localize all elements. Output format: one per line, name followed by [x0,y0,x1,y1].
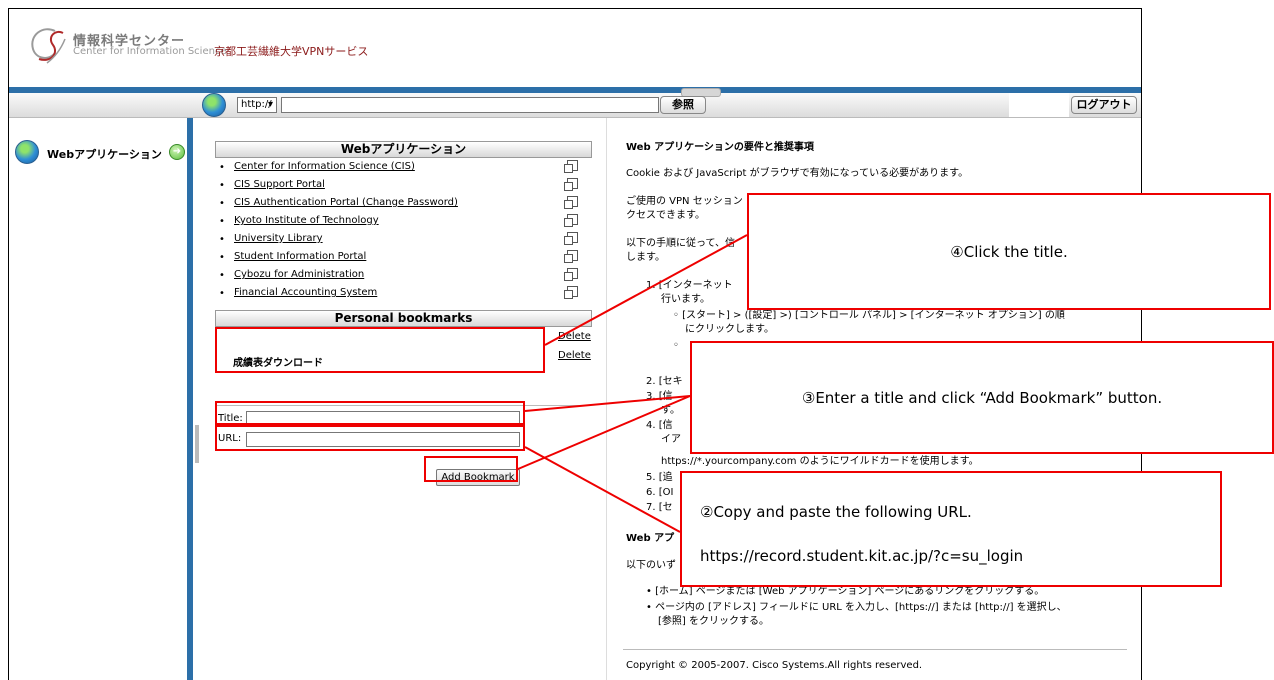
access-bullet: [参照] をクリックする。 [658,616,769,627]
page-header: 情報科学センター Center for Information Science … [9,9,1141,87]
browse-button[interactable]: 参照 [660,96,706,114]
address-toolbar: http:// ▾ 参照 ログアウト [9,88,1141,118]
app-link[interactable]: Cybozu for Administration [234,269,364,280]
external-link-icon[interactable] [564,286,578,299]
step-text: https://*.yourcompany.com のようにワイルドカードを使用… [661,456,979,467]
app-link[interactable]: Financial Accounting System [234,287,377,298]
delete-link[interactable]: Delete [558,350,591,361]
list-item[interactable]: • Student Information Portal [219,249,591,267]
url-highlight [215,425,525,451]
step-text: 6. [OI [646,487,674,498]
delete-link[interactable]: Delete [558,331,591,342]
title-highlight [215,401,525,425]
protocol-select[interactable]: http:// ▾ [237,97,277,113]
access-bullet: • ページ内の [アドレス] フィールドに URL を入力し、[https://… [646,602,1067,613]
step-text: ◦ [673,340,679,351]
chevron-down-icon: ▾ [267,99,273,110]
list-item[interactable]: • University Library [219,231,591,249]
callout-step-2: ②Copy and paste the following URL. https… [680,471,1222,587]
web-apps-header: Webアプリケーション [215,141,592,158]
logout-button[interactable]: ログアウト [1071,96,1137,114]
step-text: す。 [661,405,680,416]
bookmarks-header: Personal bookmarks [215,310,592,327]
requirements-text: 以下の手順に従って、信 [626,238,735,249]
add-button-highlight [424,456,518,482]
sidebar-item-label: Webアプリケーション [47,148,162,161]
sidebar: Webアプリケーション ➜ [9,118,187,680]
step-text: 7. [セ [646,502,673,513]
access-text: 以下のいず [626,560,676,571]
requirements-text: クセスできます。 [626,210,705,221]
app-link[interactable]: Center for Information Science (CIS) [234,161,415,172]
sidebar-divider [187,118,193,680]
resize-handle[interactable] [195,425,199,463]
globe-icon [15,140,39,164]
sidebar-item-web-applications[interactable]: Webアプリケーション ➜ [15,140,185,166]
column-divider [606,118,607,680]
step-text: イア [661,434,681,445]
app-link[interactable]: University Library [234,233,323,244]
copyright: Copyright © 2005-2007. Cisco Systems.All… [626,660,923,671]
step-text: 1. [インターネット [646,280,733,291]
callout-text: ③Enter a title and click “Add Bookmark” … [801,389,1163,407]
requirements-text: します。 [626,252,665,263]
requirements-text: ご使用の VPN セッション [626,196,743,207]
app-link[interactable]: Student Information Portal [234,251,366,262]
step-text: 3. [信 [646,391,673,402]
arrow-right-icon[interactable]: ➜ [169,144,185,160]
callout-url: https://record.student.kit.ac.jp/?c=su_l… [700,547,1024,565]
app-link[interactable]: Kyoto Institute of Technology [234,215,379,226]
requirements-text: Cookie および JavaScript がブラウザで有効になっている必要があ… [626,168,969,179]
app-link[interactable]: CIS Authentication Portal (Change Passwo… [234,197,458,208]
external-link-icon[interactable] [564,196,578,209]
callout-step-4: ④Click the title. [747,193,1271,310]
external-link-icon[interactable] [564,214,578,227]
access-bullet: • [ホーム] ページまたは [Web アプリケーション] ページにあるリンクを… [646,586,1045,597]
external-link-icon[interactable] [564,160,578,173]
service-title: 京都工芸繊維大学VPNサービス [214,45,369,58]
step-text: ◦ [スタート] > ([設定] >) [コントロール パネル] > [インター… [673,310,1065,321]
list-item[interactable]: • CIS Support Portal [219,177,591,195]
list-item[interactable]: • Cybozu for Administration [219,267,591,285]
globe-icon [202,93,226,117]
external-link-icon[interactable] [564,250,578,263]
app-link[interactable]: CIS Support Portal [234,179,325,190]
access-heading: Web アプ [626,533,675,544]
cis-logo-icon [31,28,66,64]
list-item[interactable]: • Kyoto Institute of Technology [219,213,591,231]
address-input[interactable] [281,97,659,113]
callout-text: ②Copy and paste the following URL. [700,503,972,521]
callout-text: ④Click the title. [950,243,1068,261]
footer-divider [623,649,1127,650]
logo-title-en: Center for Information Science [73,46,227,57]
step-text: にクリックします。 [685,324,774,335]
step-text: 行います。 [661,294,710,305]
callout-step-3: ③Enter a title and click “Add Bookmark” … [690,341,1274,454]
list-item[interactable]: • Financial Accounting System [219,285,591,303]
step-text: 4. [信 [646,420,673,431]
requirements-heading: Web アプリケーションの要件と推奨事項 [626,142,814,153]
bookmark-highlight [215,327,545,373]
step-text: 2. [セキ [646,376,683,387]
external-link-icon[interactable] [564,178,578,191]
step-text: 5. [追 [646,472,673,483]
external-link-icon[interactable] [564,232,578,245]
list-item[interactable]: • CIS Authentication Portal (Change Passw… [219,195,591,213]
list-item[interactable]: • Center for Information Science (CIS) [219,159,591,177]
external-link-icon[interactable] [564,268,578,281]
toolbar-gap [1009,93,1069,117]
